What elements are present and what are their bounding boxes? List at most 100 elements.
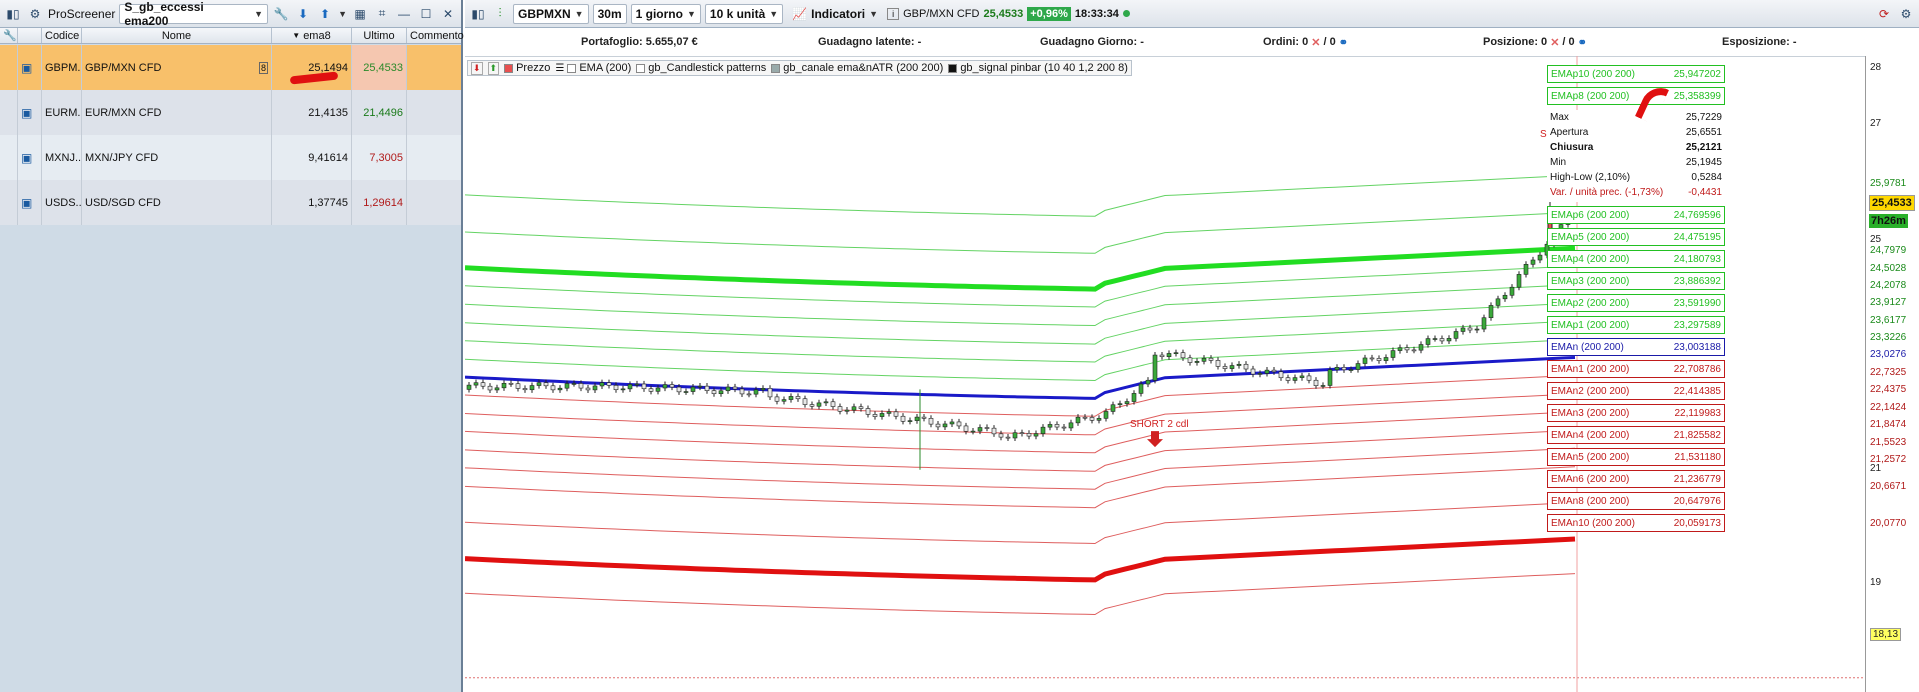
candle-body <box>767 388 773 398</box>
ema-box-value: 22,414385 <box>1673 385 1721 397</box>
candle-body <box>1089 417 1095 421</box>
table-row[interactable]: ▣ MXNJ... MXN/JPY CFD 9,41614 7,3005 <box>0 135 461 180</box>
ohlc-value: 0,5284 <box>1691 172 1722 183</box>
indicators-button[interactable]: 📈 Indicatori ▼ <box>787 4 883 24</box>
period-selector[interactable]: 1 giorno ▼ <box>630 3 701 24</box>
candle-body <box>949 421 955 425</box>
candle-body <box>1453 331 1459 339</box>
header-code[interactable]: Codice <box>42 28 82 43</box>
wrench-icon[interactable]: 🔧 <box>272 4 290 24</box>
candle-body <box>928 418 934 425</box>
ema-channel-line <box>465 502 1576 545</box>
ema-box-value: 20,647976 <box>1673 495 1721 507</box>
candle-body <box>704 385 710 391</box>
candle-body <box>599 382 605 387</box>
y-axis-label: 23,3226 <box>1870 332 1907 343</box>
close-icon[interactable]: ✕ <box>1550 36 1559 49</box>
candle-body <box>529 385 535 391</box>
table-row[interactable]: ▣ USDS... USD/SGD CFD 1,37745 1,29614 <box>0 180 461 225</box>
legend-item[interactable]: gb_canale ema&nATR (200 200) <box>771 62 943 74</box>
ema-box-name: EMAp2 (200 200) <box>1551 297 1630 309</box>
close-icon[interactable]: ✕ <box>439 4 457 24</box>
download-icon[interactable]: ⬇ <box>294 4 312 24</box>
candle-body <box>956 421 962 427</box>
candle-body <box>1446 338 1452 342</box>
candle-body <box>732 386 738 390</box>
ema-value-box: EMAn8 (200 200) 20,647976 <box>1547 492 1725 510</box>
legend-item[interactable]: Prezzo <box>504 62 550 74</box>
chart-icon[interactable]: ▣ <box>18 90 42 135</box>
candle-body <box>1124 401 1130 404</box>
candle-body <box>1516 274 1522 288</box>
candle-body <box>760 388 766 391</box>
candle-body <box>543 382 549 387</box>
header-comment[interactable]: Commento <box>407 28 464 43</box>
share-icon[interactable]: ⌗ <box>373 4 391 24</box>
header-name[interactable]: Nome <box>82 28 272 43</box>
row-name-label: MXN/JPY CFD <box>85 151 159 164</box>
candle-body <box>991 427 997 435</box>
candle-body <box>585 387 591 391</box>
wrench-icon[interactable]: 🔧 <box>0 28 18 43</box>
bars-icon[interactable]: ▮▯ <box>4 4 22 24</box>
candles-icon[interactable]: ⫶ <box>491 4 509 24</box>
table-row[interactable]: ▣ EURM... EUR/MXN CFD 21,4135 21,4496 <box>0 90 461 135</box>
candle-body <box>1341 367 1347 371</box>
maximize-icon[interactable]: ☐ <box>417 4 435 24</box>
legend-swatch <box>567 63 577 73</box>
candle-body <box>641 383 647 390</box>
upload-icon[interactable]: ⬆ <box>316 4 334 24</box>
ema-value-box: EMAn2 (200 200) 22,414385 <box>1547 382 1725 400</box>
ema-channel-line <box>465 447 1576 490</box>
link-icon[interactable]: ⚭ <box>1578 36 1587 49</box>
layout-icon[interactable]: ▦ <box>351 4 369 24</box>
candle-body <box>1243 363 1249 370</box>
candle-body <box>1425 338 1431 345</box>
ema-value-box: EMAn6 (200 200) 21,236779 <box>1547 470 1725 488</box>
expand-icon[interactable]: ⬆ <box>487 61 500 75</box>
row-spacer <box>0 45 18 90</box>
legend-item[interactable]: ☰ EMA (200) <box>555 62 631 74</box>
candle-body <box>648 388 654 392</box>
settings-icon[interactable]: ⚙ <box>1897 4 1915 24</box>
ema-channel-line <box>465 411 1576 454</box>
minimize-icon[interactable]: — <box>395 4 413 24</box>
candle-body <box>1383 357 1389 361</box>
bars-icon[interactable]: ▮▯ <box>469 4 487 24</box>
candle-body <box>1432 338 1438 340</box>
screener-settings-icon[interactable]: ⚙ <box>26 4 44 24</box>
row-code: EURM... <box>42 90 82 135</box>
symbol-selector[interactable]: GBPMXN ▼ <box>513 3 589 24</box>
header-ema[interactable]: ▼ ema8 <box>272 28 352 43</box>
timeframe-button[interactable]: 30m <box>592 3 627 24</box>
row-spacer <box>0 180 18 225</box>
screener-panel: ▮▯ ⚙ ProScreener S_gb_eccessi ema200 ▼ 🔧 … <box>0 0 464 692</box>
close-icon[interactable]: ✕ <box>1311 36 1320 49</box>
chart-icon[interactable]: ▣ <box>18 135 42 180</box>
ema-box-value: 24,769596 <box>1673 209 1721 221</box>
ema-band-line <box>465 245 1576 292</box>
candle-body <box>872 414 878 417</box>
refresh-icon[interactable]: ⟳ <box>1875 4 1893 24</box>
candle-body <box>1110 404 1116 412</box>
chart-icon[interactable]: ▣ <box>18 180 42 225</box>
header-last[interactable]: Ultimo <box>352 28 407 43</box>
candle-body <box>942 423 948 428</box>
table-row[interactable]: ▣ GBPM... GBP/MXN CFD 8 25,1494 25,4533 <box>0 45 461 90</box>
info-icon[interactable]: i <box>887 7 900 20</box>
list-icon[interactable]: ☰ <box>555 63 564 74</box>
link-icon[interactable]: ⚭ <box>1339 36 1348 49</box>
candle-body <box>1327 369 1333 386</box>
candle-body <box>886 411 892 414</box>
legend-item[interactable]: gb_Candlestick patterns <box>636 62 766 74</box>
candle-body <box>1033 433 1039 437</box>
screener-selector[interactable]: S_gb_eccessi ema200 ▼ <box>119 0 269 28</box>
units-selector[interactable]: 10 k unità ▼ <box>704 3 784 24</box>
legend-item[interactable]: gb_signal pinbar (10 40 1,2 200 8) <box>948 62 1128 74</box>
ema-value-box: EMAn3 (200 200) 22,119983 <box>1547 404 1725 422</box>
chevron-down-icon[interactable]: ▼ <box>338 9 347 19</box>
candle-body <box>501 382 507 389</box>
chart-icon[interactable]: ▣ <box>18 45 42 90</box>
collapse-icon[interactable]: ⬇ <box>471 61 483 75</box>
candle-body <box>1278 371 1284 379</box>
